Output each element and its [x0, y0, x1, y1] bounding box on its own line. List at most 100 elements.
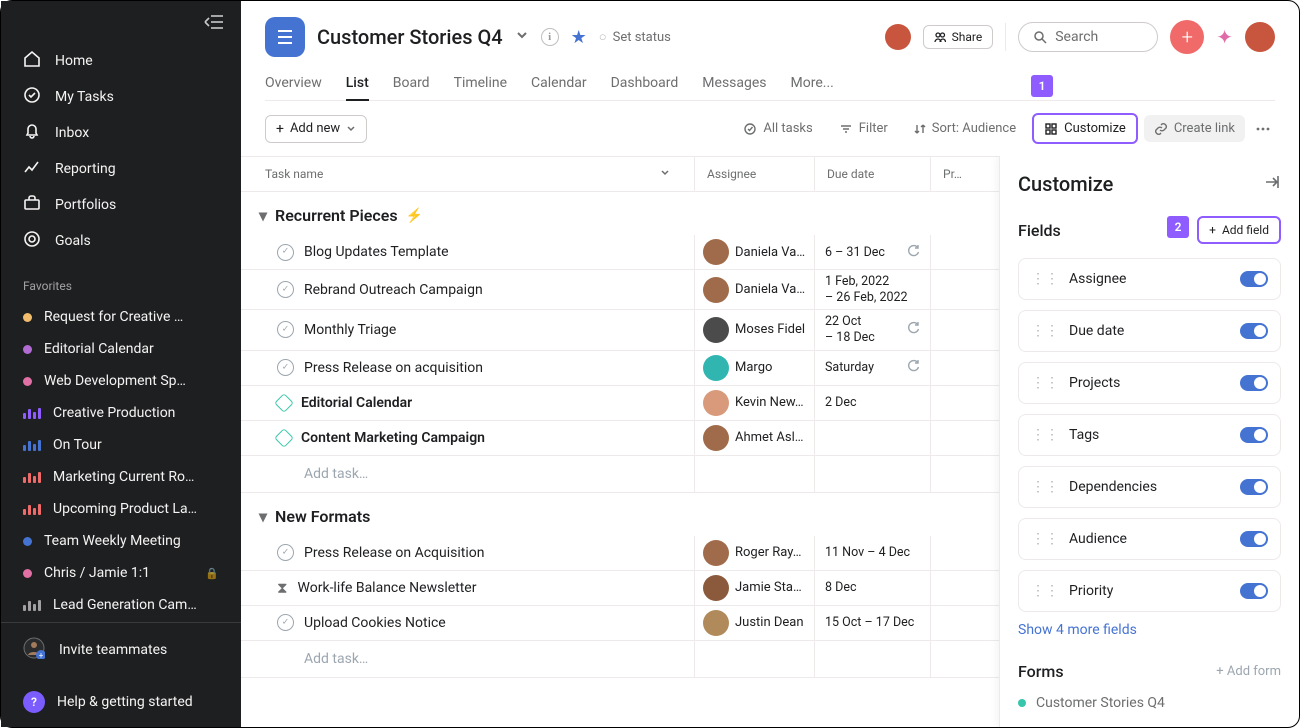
column-headers: Task name Assignee Due date Pr… — [241, 156, 999, 192]
task-row[interactable]: Rebrand Outreach Campaign Daniela Var… 1… — [241, 270, 999, 310]
sidebar-nav-inbox[interactable]: Inbox — [1, 115, 241, 151]
share-button[interactable]: Share — [923, 25, 994, 49]
info-icon[interactable]: i — [541, 28, 559, 46]
section-header[interactable]: ▾New Formats — [241, 493, 999, 536]
field-toggle[interactable] — [1240, 531, 1268, 547]
field-toggle[interactable] — [1240, 479, 1268, 495]
dashboard-icon — [23, 407, 41, 419]
avatar — [703, 575, 729, 601]
chevron-down-icon[interactable] — [660, 167, 670, 181]
tab-overview[interactable]: Overview — [265, 67, 322, 100]
tab-messages[interactable]: Messages — [702, 67, 766, 100]
field-card[interactable]: ⋮⋮Assignee — [1018, 258, 1281, 300]
sort-button[interactable]: Sort: Audience — [904, 115, 1026, 142]
drag-handle-icon[interactable]: ⋮⋮ — [1031, 479, 1059, 495]
task-row[interactable]: ⧗Work-life Balance Newsletter Jamie Stap… — [241, 571, 999, 606]
task-row[interactable]: Press Release on Acquisition Roger Ray… … — [241, 536, 999, 571]
show-more-fields[interactable]: Show 4 more fields — [1018, 622, 1281, 638]
field-card[interactable]: ⋮⋮Audience — [1018, 518, 1281, 560]
more-actions-button[interactable] — [1251, 115, 1275, 143]
drag-handle-icon[interactable]: ⋮⋮ — [1031, 427, 1059, 443]
drag-handle-icon[interactable]: ⋮⋮ — [1031, 531, 1059, 547]
col-due-date[interactable]: Due date — [815, 157, 931, 192]
sidebar-favorite[interactable]: Marketing Current Ro… — [1, 461, 241, 493]
chevron-down-icon[interactable] — [515, 28, 529, 46]
caret-down-icon[interactable]: ▾ — [259, 507, 267, 526]
sidebar-favorite[interactable]: Editorial Calendar — [1, 333, 241, 365]
field-toggle[interactable] — [1240, 427, 1268, 443]
sidebar-nav-portfolios[interactable]: Portfolios — [1, 187, 241, 223]
create-link-button[interactable]: Create link — [1144, 115, 1245, 142]
task-row[interactable]: Blog Updates Template Daniela Var… 6 – 3… — [241, 235, 999, 270]
drag-handle-icon[interactable]: ⋮⋮ — [1031, 375, 1059, 391]
add-task-input[interactable]: Add task… — [277, 649, 368, 669]
project-icon[interactable] — [265, 17, 305, 57]
sidebar-favorite[interactable]: Lead Generation Cam… — [1, 589, 241, 621]
task-row[interactable]: Monthly Triage Moses Fidel 22 Oct– 18 De… — [241, 310, 999, 350]
celebrate-icon[interactable]: ✦ — [1216, 25, 1233, 49]
help-getting-started[interactable]: ? Help & getting started — [1, 677, 241, 727]
complete-task-button[interactable] — [277, 281, 294, 298]
sidebar-nav-reporting[interactable]: Reporting — [1, 151, 241, 187]
sidebar-nav-goals[interactable]: Goals — [1, 223, 241, 259]
sidebar-favorite[interactable]: Creative Production — [1, 397, 241, 429]
search-input[interactable]: Search — [1018, 22, 1158, 52]
star-icon[interactable]: ★ — [571, 27, 587, 48]
sidebar-favorite[interactable]: Request for Creative … — [1, 301, 241, 333]
complete-task-button[interactable] — [277, 359, 294, 376]
sidebar-favorite[interactable]: Team Weekly Meeting — [1, 525, 241, 557]
form-item[interactable]: Customer Stories Q4 — [1018, 695, 1281, 711]
user-avatar[interactable] — [1245, 22, 1275, 52]
field-card[interactable]: ⋮⋮Dependencies — [1018, 466, 1281, 508]
avatar[interactable] — [885, 24, 911, 50]
drag-handle-icon[interactable]: ⋮⋮ — [1031, 271, 1059, 287]
field-toggle[interactable] — [1240, 375, 1268, 391]
task-row[interactable]: Editorial Calendar Kevin New… 2 Dec — [241, 386, 999, 421]
task-row[interactable]: Content Marketing Campaign Ahmet Aslan — [241, 421, 999, 456]
sidebar-nav-my-tasks[interactable]: My Tasks — [1, 79, 241, 115]
tab-dashboard[interactable]: Dashboard — [611, 67, 679, 100]
sidebar-favorite[interactable]: Upcoming Product La… — [1, 493, 241, 525]
caret-down-icon[interactable]: ▾ — [259, 206, 267, 225]
field-toggle[interactable] — [1240, 271, 1268, 287]
section-header[interactable]: ▾Recurrent Pieces⚡ — [241, 192, 999, 235]
task-row[interactable]: Upload Cookies Notice Justin Dean 15 Oct… — [241, 606, 999, 641]
tab-timeline[interactable]: Timeline — [454, 67, 507, 100]
complete-task-button[interactable] — [277, 614, 294, 631]
task-row[interactable]: Press Release on acquisition Margo Satur… — [241, 351, 999, 386]
callout-1: 1 — [1031, 75, 1053, 97]
field-toggle[interactable] — [1240, 583, 1268, 599]
field-card[interactable]: ⋮⋮Projects — [1018, 362, 1281, 404]
add-form-button[interactable]: + Add form — [1216, 664, 1281, 679]
sidebar-nav-home[interactable]: Home — [1, 43, 241, 79]
field-card[interactable]: ⋮⋮Tags — [1018, 414, 1281, 456]
add-field-button[interactable]: + Add field — [1197, 216, 1281, 244]
drag-handle-icon[interactable]: ⋮⋮ — [1031, 323, 1059, 339]
complete-task-button[interactable] — [277, 321, 294, 338]
all-tasks-button[interactable]: All tasks — [733, 115, 822, 142]
field-card[interactable]: ⋮⋮Due date — [1018, 310, 1281, 352]
tab-more[interactable]: More... — [791, 67, 834, 100]
filter-button[interactable]: Filter — [829, 115, 898, 142]
add-task-input[interactable]: Add task… — [277, 464, 368, 484]
tab-calendar[interactable]: Calendar — [531, 67, 587, 100]
sidebar-favorite[interactable]: On Tour — [1, 429, 241, 461]
col-projects[interactable]: Pr… — [931, 157, 999, 192]
complete-task-button[interactable] — [277, 544, 294, 561]
customize-button[interactable]: Customize — [1032, 113, 1138, 144]
set-status-button[interactable]: Set status — [599, 29, 671, 45]
close-panel-button[interactable] — [1263, 173, 1281, 195]
tab-board[interactable]: Board — [393, 67, 430, 100]
add-new-button[interactable]: + Add new — [265, 115, 367, 143]
sidebar-favorite[interactable]: Chris / Jamie 1:1🔒 — [1, 557, 241, 589]
complete-task-button[interactable] — [277, 244, 294, 261]
collapse-sidebar-button[interactable] — [1, 1, 241, 39]
col-assignee[interactable]: Assignee — [695, 157, 815, 192]
sidebar-favorite[interactable]: Web Development Sp… — [1, 365, 241, 397]
field-toggle[interactable] — [1240, 323, 1268, 339]
field-card[interactable]: ⋮⋮Priority — [1018, 570, 1281, 612]
tab-list[interactable]: List — [346, 67, 369, 101]
drag-handle-icon[interactable]: ⋮⋮ — [1031, 583, 1059, 599]
global-add-button[interactable]: + — [1170, 20, 1204, 54]
invite-teammates[interactable]: + Invite teammates — [1, 623, 241, 677]
